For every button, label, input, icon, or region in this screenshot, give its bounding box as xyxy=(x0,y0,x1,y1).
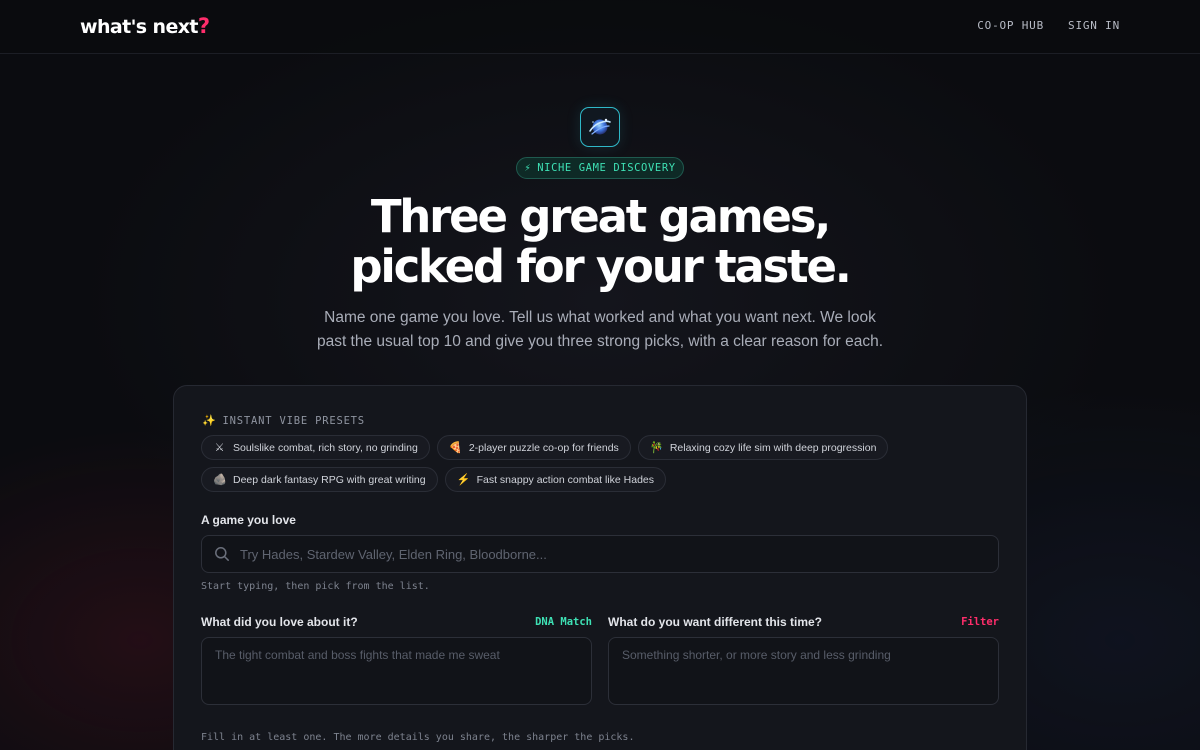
preset-chip-cozy-sim[interactable]: 🎋 Relaxing cozy life sim with deep progr… xyxy=(637,435,889,460)
presets-title: ✨ INSTANT VIBE PRESETS xyxy=(202,414,365,427)
dna-match-tag: DNA Match xyxy=(535,616,592,628)
headline-line-1: Three great games, xyxy=(370,190,832,243)
preset-chip-soulslike[interactable]: ⚔ Soulslike combat, rich story, no grind… xyxy=(201,435,430,460)
presets-title-label: INSTANT VIBE PRESETS xyxy=(222,414,365,427)
nav-link-coop-hub[interactable]: CO-OP HUB xyxy=(977,19,1044,32)
page-title: Three great games, picked for your taste… xyxy=(0,192,1200,292)
bamboo-icon: 🎋 xyxy=(649,442,664,454)
crossed-swords-icon: ⚔ xyxy=(214,442,225,454)
nav-link-sign-in[interactable]: SIGN IN xyxy=(1068,19,1120,32)
loved-field-label: What did you love about it? xyxy=(201,615,358,629)
swirl-planet-icon xyxy=(589,118,611,135)
app-icon xyxy=(580,107,620,147)
game-field-hint: Start typing, then pick from the list. xyxy=(201,581,430,592)
rock-icon: 🪨 xyxy=(213,474,227,486)
different-field-label: What do you want different this time? xyxy=(608,615,822,629)
logo[interactable]: what's next? xyxy=(80,14,210,38)
discovery-form-card: ✨ INSTANT VIBE PRESETS ⚔ Soulslike comba… xyxy=(173,385,1027,750)
preset-chip-label: Soulslike combat, rich story, no grindin… xyxy=(233,441,418,454)
search-icon xyxy=(215,547,229,561)
preset-chip-label: Deep dark fantasy RPG with great writing xyxy=(233,473,426,486)
game-search-input[interactable] xyxy=(240,546,960,562)
headline-line-2: picked for your taste. xyxy=(350,240,852,293)
pizza-icon: 🍕 xyxy=(448,442,463,454)
logo-question-mark: ? xyxy=(197,14,210,38)
niche-discovery-badge: ⚡ NICHE GAME DISCOVERY xyxy=(516,157,684,179)
preset-chip-puzzle-coop[interactable]: 🍕 2-player puzzle co-op for friends xyxy=(436,435,631,460)
top-nav: what's next? CO-OP HUB SIGN IN xyxy=(0,0,1200,54)
nav-links: CO-OP HUB SIGN IN xyxy=(977,19,1120,32)
game-field-label: A game you love xyxy=(201,513,296,527)
preset-chip-label: Fast snappy action combat like Hades xyxy=(476,473,655,486)
subheading: Name one game you love. Tell us what wor… xyxy=(0,306,1200,354)
preset-chip-label: Relaxing cozy life sim with deep progres… xyxy=(669,441,877,454)
game-search-box xyxy=(201,535,999,573)
subheading-line-2: past the usual top 10 and give you three… xyxy=(316,333,884,350)
logo-text: what's next xyxy=(80,16,198,38)
preset-chip-label: 2-player puzzle co-op for friends xyxy=(468,441,619,454)
preset-chip-dark-fantasy[interactable]: 🪨 Deep dark fantasy RPG with great writi… xyxy=(201,467,438,492)
sparkle-icon: ✨ xyxy=(202,414,217,427)
loved-textarea[interactable] xyxy=(201,637,592,705)
bolt-icon: ⚡ xyxy=(524,162,532,174)
subheading-line-1: Name one game you love. Tell us what wor… xyxy=(324,309,876,326)
form-footer-hint: Fill in at least one. The more details y… xyxy=(201,732,635,743)
different-textarea[interactable] xyxy=(608,637,999,705)
preset-chip-fast-action[interactable]: ⚡ Fast snappy action combat like Hades xyxy=(444,467,667,492)
preset-chips: ⚔ Soulslike combat, rich story, no grind… xyxy=(201,435,921,492)
filter-tag: Filter xyxy=(961,616,999,628)
lightning-icon: ⚡ xyxy=(456,474,471,486)
badge-label: NICHE GAME DISCOVERY xyxy=(537,162,676,174)
